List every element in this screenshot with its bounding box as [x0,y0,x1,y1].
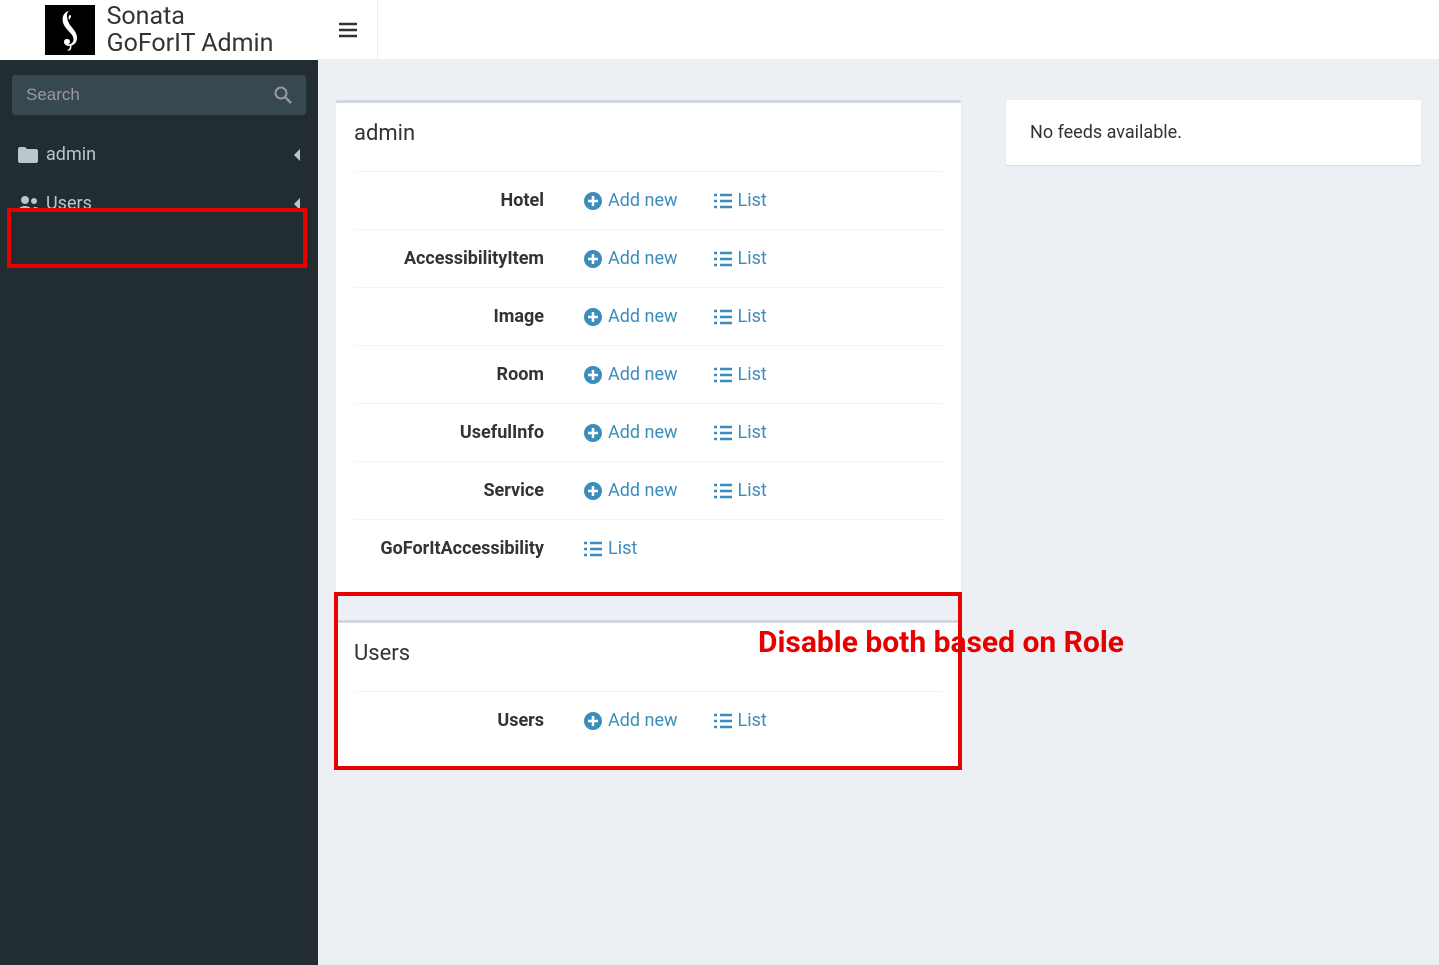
panel-title: admin [354,121,943,171]
sidebar-toggle-button[interactable] [318,0,378,60]
main-wrapper: admin Users admin Hotel [0,60,1439,965]
entity-name: Service [354,480,584,501]
chevron-left-icon [292,149,300,161]
link-label: Add new [608,422,678,443]
add-new-link[interactable]: Add new [584,190,678,211]
entity-name: Image [354,306,584,327]
right-column: No feeds available. [1006,100,1421,165]
content: admin Hotel Add new List AccessibilityIt… [318,60,1439,965]
link-label: List [608,538,637,559]
app-title-line1: Sonata [107,3,274,31]
entity-row-accessibilityitem: AccessibilityItem Add new List [354,229,943,287]
list-link[interactable]: List [714,710,767,731]
entity-row-users: Users Add new List [354,691,943,749]
annotation-text: Disable both based on Role [758,625,1124,660]
plus-circle-icon [584,712,602,730]
list-link[interactable]: List [714,422,767,443]
entity-row-goforitaccessibility: GoForItAccessibility List [354,519,943,577]
treble-clef-icon [45,5,95,55]
sidebar-item-label: Users [46,193,292,214]
entity-row-image: Image Add new List [354,287,943,345]
header-right [318,0,1439,60]
logo-area[interactable]: Sonata GoForIT Admin [0,0,318,60]
add-new-link[interactable]: Add new [584,710,678,731]
entity-name: GoForItAccessibility [354,538,584,559]
entity-row-hotel: Hotel Add new List [354,171,943,229]
link-label: List [738,422,767,443]
panel-admin: admin Hotel Add new List AccessibilityIt… [336,100,961,595]
search-box [12,75,306,115]
list-icon [584,541,602,557]
search-icon[interactable] [274,86,292,104]
sidebar-item-admin[interactable]: admin [0,130,318,179]
list-link[interactable]: List [714,480,767,501]
link-label: Add new [608,480,678,501]
link-label: List [738,364,767,385]
entity-name: Users [354,710,584,731]
list-icon [714,193,732,209]
link-label: Add new [608,190,678,211]
add-new-link[interactable]: Add new [584,422,678,443]
users-icon [18,196,46,212]
link-label: Add new [608,710,678,731]
entity-name: Hotel [354,190,584,211]
link-label: List [738,306,767,327]
add-new-link[interactable]: Add new [584,306,678,327]
entity-row-room: Room Add new List [354,345,943,403]
link-label: Add new [608,364,678,385]
left-column: admin Hotel Add new List AccessibilityIt… [336,100,961,792]
chevron-left-icon [292,198,300,210]
app-title: Sonata GoForIT Admin [107,3,274,58]
add-new-link[interactable]: Add new [584,480,678,501]
entity-row-service: Service Add new List [354,461,943,519]
plus-circle-icon [584,250,602,268]
header: Sonata GoForIT Admin [0,0,1439,60]
search-input[interactable] [12,75,306,115]
entity-row-usefulinfo: UsefulInfo Add new List [354,403,943,461]
feed-message: No feeds available. [1030,122,1182,143]
app-title-line2: GoForIT Admin [107,30,274,58]
entity-name: AccessibilityItem [354,248,584,269]
plus-circle-icon [584,482,602,500]
plus-circle-icon [584,424,602,442]
list-link[interactable]: List [714,190,767,211]
add-new-link[interactable]: Add new [584,248,678,269]
sidebar: admin Users [0,60,318,965]
sidebar-item-users[interactable]: Users [0,179,318,228]
entity-name: Room [354,364,584,385]
entity-name: UsefulInfo [354,422,584,443]
list-link[interactable]: List [714,248,767,269]
link-label: List [738,480,767,501]
list-icon [714,483,732,499]
plus-circle-icon [584,192,602,210]
link-label: Add new [608,306,678,327]
sidebar-item-label: admin [46,144,292,165]
folder-icon [18,147,46,163]
list-icon [714,309,732,325]
list-icon [714,425,732,441]
add-new-link[interactable]: Add new [584,364,678,385]
link-label: List [738,190,767,211]
link-label: List [738,710,767,731]
list-link[interactable]: List [714,364,767,385]
list-icon [714,713,732,729]
link-label: List [738,248,767,269]
feeds-panel: No feeds available. [1006,100,1421,165]
plus-circle-icon [584,308,602,326]
list-link[interactable]: List [714,306,767,327]
list-icon [714,367,732,383]
plus-circle-icon [584,366,602,384]
list-icon [714,251,732,267]
list-link[interactable]: List [584,538,637,559]
link-label: Add new [608,248,678,269]
